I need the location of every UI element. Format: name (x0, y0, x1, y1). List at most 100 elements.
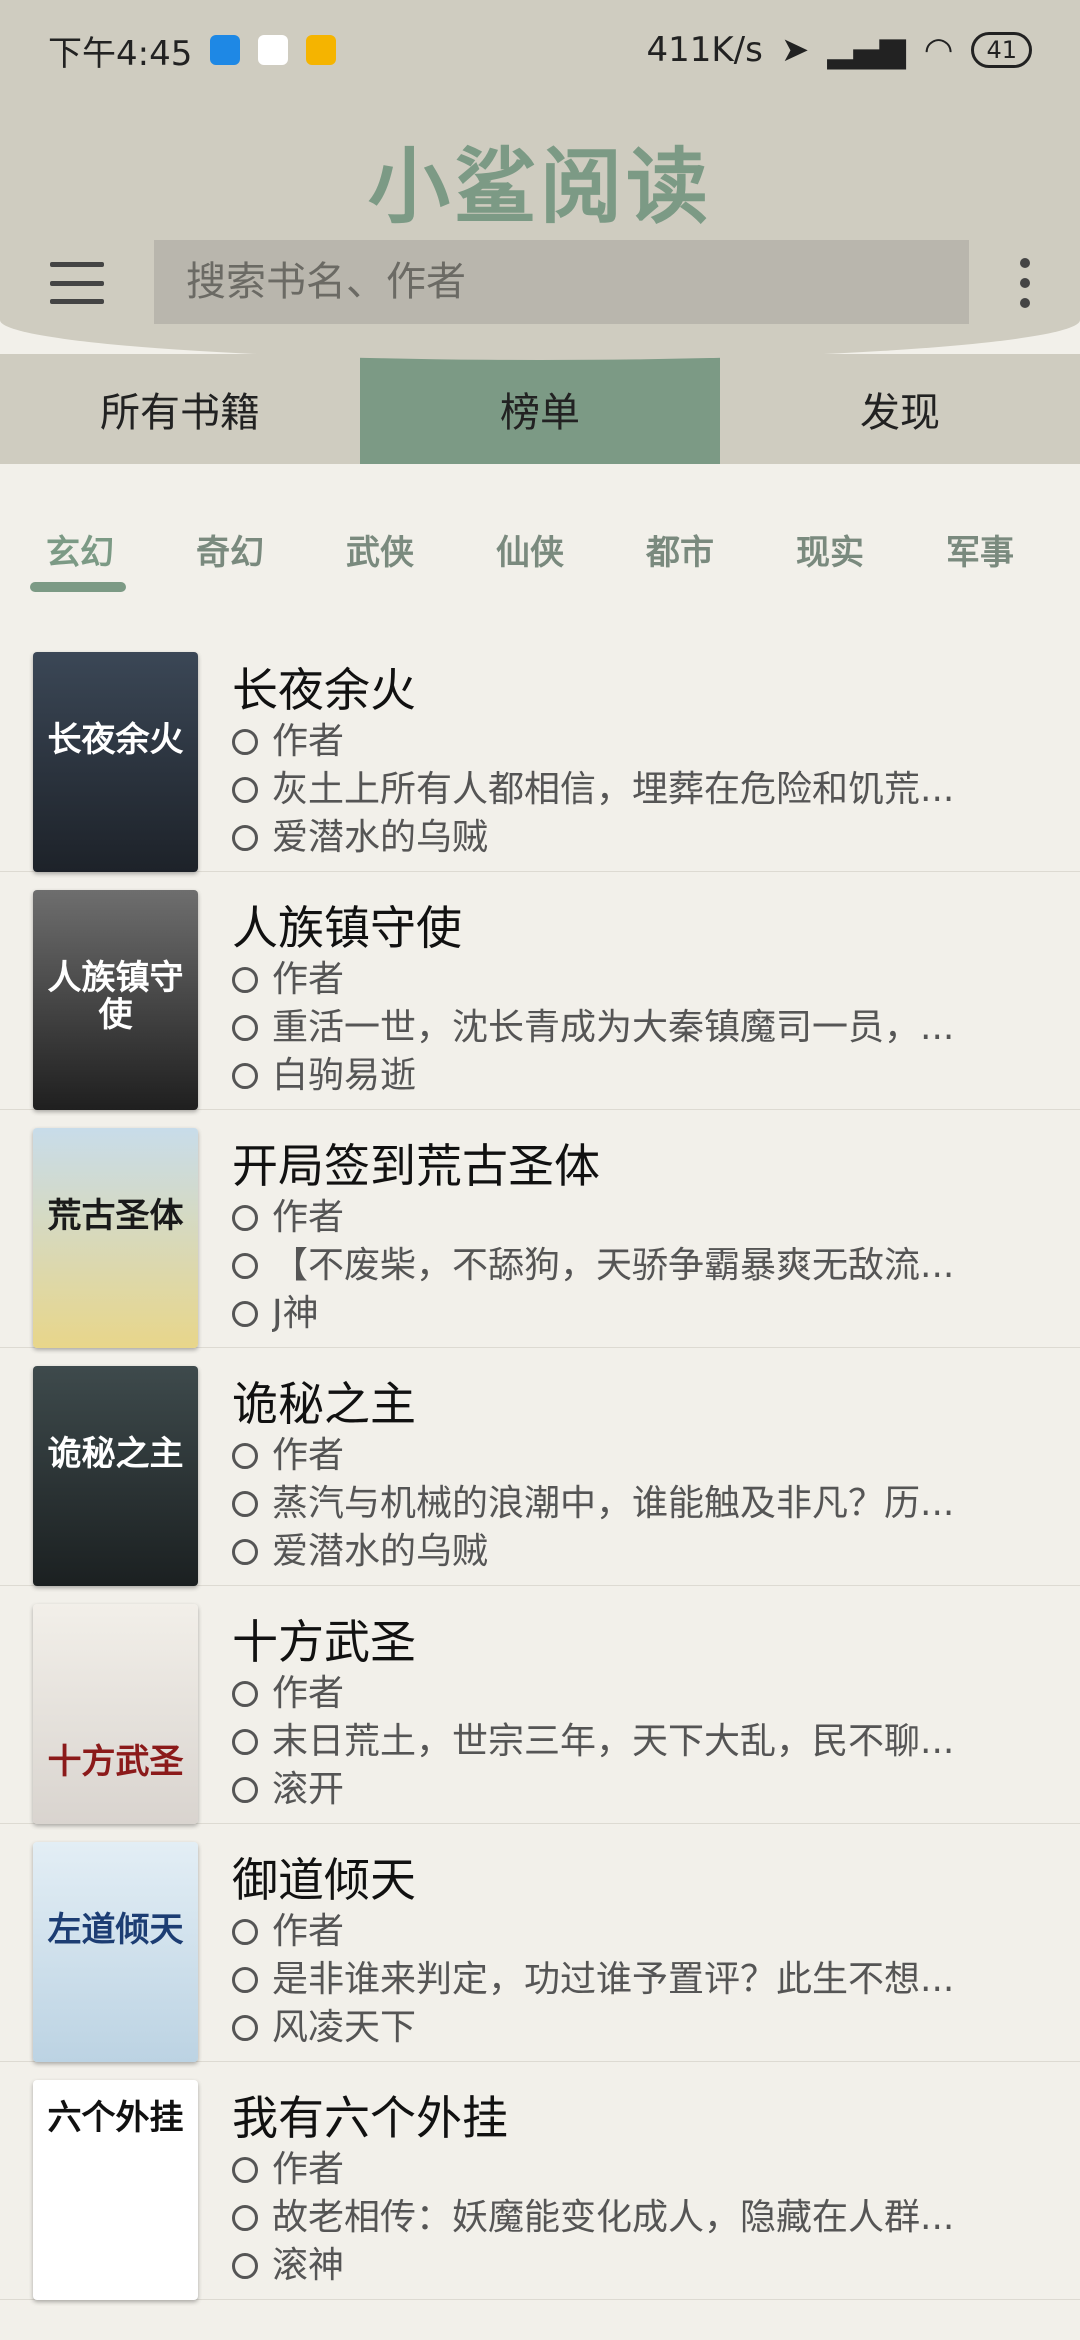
cover-title: 长夜余火 (47, 720, 184, 760)
book-author-row: J神 (232, 1290, 982, 1338)
status-left: 下午4:45 (48, 26, 337, 75)
cover-title: 荒古圣体 (47, 1196, 184, 1236)
book-info: 我有六个外挂 作者 故老相传：妖魔能变化成人，隐藏在人群... 滚神 (232, 2080, 1012, 2290)
cover-title: 人族镇守使 (47, 958, 184, 1036)
category-xianshi[interactable]: 现实 (780, 525, 930, 574)
book-cover: 左道倾天 (33, 1842, 198, 2062)
weather-icon (258, 35, 289, 65)
weibo-icon (306, 35, 337, 65)
compass-icon (232, 1539, 258, 1565)
book-cover: 十方武圣 (33, 1604, 198, 1824)
tab-discover[interactable]: 发现 (720, 354, 1080, 464)
book-item[interactable]: 十方武圣 十方武圣 作者 末日荒土，世宗三年，天下大乱，民不聊... 滚开 (0, 1586, 1080, 1824)
book-intro-row: 是非谁来判定，功过谁予置评？此生不想... (232, 1956, 982, 2004)
tab-rankings[interactable]: 榜单 (360, 354, 720, 464)
category-junshi[interactable]: 军事 (930, 525, 1080, 574)
book-title: 十方武圣 (232, 1615, 416, 1669)
book-intro-row: 灰土上所有人都相信，埋葬在危险和饥荒... (232, 766, 982, 814)
category-qihuan[interactable]: 奇幻 (180, 525, 330, 574)
category-wuxia[interactable]: 武侠 (330, 525, 480, 574)
cover-title: 左道倾天 (47, 1910, 184, 1950)
book-title: 长夜余火 (232, 663, 416, 717)
book-author-row: 滚神 (232, 2242, 982, 2290)
battery-indicator: 41 (971, 32, 1032, 68)
app-header: 小鲨阅读 (0, 100, 1080, 360)
clock-icon (232, 1729, 258, 1755)
status-bar: 下午4:45 411K/s ➤ ▂▄▆ ◠ 41 (0, 0, 1080, 100)
compass-icon (232, 1777, 258, 1803)
book-intro-row: 重活一世，沈长青成为大秦镇魔司一员，... (232, 1004, 982, 1052)
book-title: 人族镇守使 (232, 901, 462, 955)
clock-icon (232, 1491, 258, 1517)
status-time: 下午4:45 (48, 33, 193, 74)
book-cover: 人族镇守使 (33, 890, 198, 1110)
person-icon (232, 1443, 258, 1469)
book-title: 御道倾天 (232, 1853, 416, 1907)
book-cover: 长夜余火 (33, 652, 198, 872)
person-icon (232, 1681, 258, 1707)
book-item[interactable]: 长夜余火 长夜余火 作者 灰土上所有人都相信，埋葬在危险和饥荒... 爱潜水的乌… (0, 634, 1080, 872)
person-icon (232, 2157, 258, 2183)
category-active-indicator (30, 582, 126, 592)
status-right: 411K/s ➤ ▂▄▆ ◠ 41 (646, 30, 1032, 70)
book-title: 开局签到荒古圣体 (232, 1139, 600, 1193)
book-author-label-row: 作者 (232, 1432, 982, 1480)
more-options-icon[interactable] (1020, 258, 1030, 308)
book-info: 十方武圣 作者 末日荒土，世宗三年，天下大乱，民不聊... 滚开 (232, 1604, 1012, 1814)
book-item[interactable]: 诡秘之主 诡秘之主 作者 蒸汽与机械的浪潮中，谁能触及非凡？历... 爱潜水的乌… (0, 1348, 1080, 1586)
book-author-label-row: 作者 (232, 2146, 982, 2194)
compass-icon (232, 2015, 258, 2041)
book-author-row: 爱潜水的乌贼 (232, 814, 982, 862)
cover-title: 诡秘之主 (47, 1434, 184, 1474)
search-box[interactable] (154, 240, 969, 324)
cover-title: 十方武圣 (47, 1742, 184, 1782)
book-cover: 荒古圣体 (33, 1128, 198, 1348)
book-item[interactable]: 荒古圣体 开局签到荒古圣体 作者 【不废柴，不舔狗，天骄争霸暴爽无敌流... J… (0, 1110, 1080, 1348)
location-icon: ➤ (780, 30, 810, 70)
signal-icon: ▂▄▆ (827, 30, 906, 70)
category-bar: 玄幻 奇幻 武侠 仙侠 都市 现实 军事 (0, 464, 1080, 634)
book-title: 我有六个外挂 (232, 2091, 508, 2145)
person-icon (232, 967, 258, 993)
book-author-row: 滚开 (232, 1766, 982, 1814)
clock-icon (232, 1015, 258, 1041)
network-speed: 411K/s (646, 30, 763, 70)
menu-icon[interactable] (50, 262, 104, 304)
compass-icon (232, 825, 258, 851)
main-tabs: 所有书籍 榜单 发现 (0, 354, 1080, 464)
book-author-row: 爱潜水的乌贼 (232, 1528, 982, 1576)
notification-app-icon (210, 35, 241, 65)
book-item[interactable]: 人族镇守使 人族镇守使 作者 重活一世，沈长青成为大秦镇魔司一员，... 白驹易… (0, 872, 1080, 1110)
book-info: 开局签到荒古圣体 作者 【不废柴，不舔狗，天骄争霸暴爽无敌流... J神 (232, 1128, 1012, 1338)
book-author-label-row: 作者 (232, 1670, 982, 1718)
book-author-label-row: 作者 (232, 956, 982, 1004)
category-xuanhuan[interactable]: 玄幻 (30, 525, 180, 574)
tab-all-books[interactable]: 所有书籍 (0, 354, 360, 464)
category-xianxia[interactable]: 仙侠 (480, 525, 630, 574)
book-title: 诡秘之主 (232, 1377, 416, 1431)
book-author-row: 风凌天下 (232, 2004, 982, 2052)
person-icon (232, 729, 258, 755)
book-author-label-row: 作者 (232, 718, 982, 766)
search-input[interactable] (184, 258, 969, 306)
book-intro-row: 蒸汽与机械的浪潮中，谁能触及非凡？历... (232, 1480, 982, 1528)
book-cover: 六个外挂 (33, 2080, 198, 2300)
book-intro-row: 【不废柴，不舔狗，天骄争霸暴爽无敌流... (232, 1242, 982, 1290)
app-title: 小鲨阅读 (367, 140, 712, 235)
book-info: 御道倾天 作者 是非谁来判定，功过谁予置评？此生不想... 风凌天下 (232, 1842, 1012, 2052)
book-info: 诡秘之主 作者 蒸汽与机械的浪潮中，谁能触及非凡？历... 爱潜水的乌贼 (232, 1366, 1012, 1576)
book-author-label-row: 作者 (232, 1908, 982, 1956)
book-author-label-row: 作者 (232, 1194, 982, 1242)
category-dushi[interactable]: 都市 (630, 525, 780, 574)
book-item[interactable]: 左道倾天 御道倾天 作者 是非谁来判定，功过谁予置评？此生不想... 风凌天下 (0, 1824, 1080, 2062)
book-list: 长夜余火 长夜余火 作者 灰土上所有人都相信，埋葬在危险和饥荒... 爱潜水的乌… (0, 634, 1080, 2300)
clock-icon (232, 2205, 258, 2231)
book-cover: 诡秘之主 (33, 1366, 198, 1586)
book-info: 人族镇守使 作者 重活一世，沈长青成为大秦镇魔司一员，... 白驹易逝 (232, 890, 1012, 1100)
book-author-row: 白驹易逝 (232, 1052, 982, 1100)
compass-icon (232, 2253, 258, 2279)
person-icon (232, 1919, 258, 1945)
book-item[interactable]: 六个外挂 我有六个外挂 作者 故老相传：妖魔能变化成人，隐藏在人群... 滚神 (0, 2062, 1080, 2300)
book-intro-row: 末日荒土，世宗三年，天下大乱，民不聊... (232, 1718, 982, 1766)
book-intro-row: 故老相传：妖魔能变化成人，隐藏在人群... (232, 2194, 982, 2242)
